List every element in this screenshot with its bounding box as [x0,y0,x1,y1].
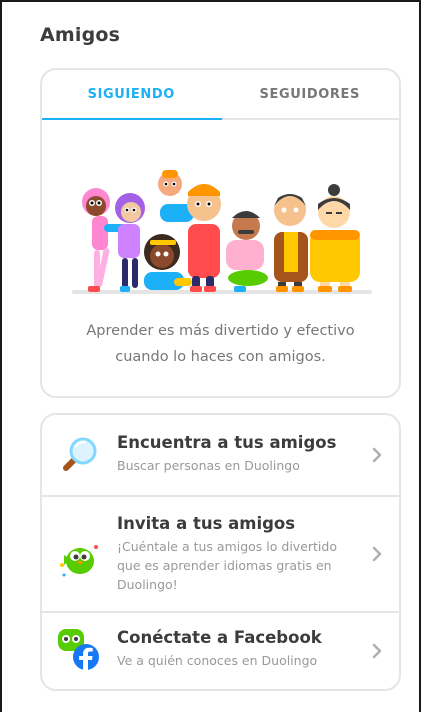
character-orange-bun [310,184,360,292]
friends-illustration [72,170,372,294]
connect-facebook-row[interactable]: Conéctate a Facebook Ve a quién conoces … [42,613,399,689]
invite-friends-text: Invita a tus amigos ¡Cuéntale a tus amig… [117,513,359,594]
character-sitting-girl [144,234,192,290]
connect-facebook-title: Conéctate a Facebook [117,628,322,647]
facebook-duo-icon [58,629,99,671]
connect-facebook-subtitle: Ve a quién conoces en Duolingo [117,653,318,668]
actions-card: Encuentra a tus amigos Buscar personas e… [40,413,401,691]
chevron-right-icon [372,546,382,562]
chevron-right-icon [372,447,382,463]
invite-friends-row[interactable]: Invita a tus amigos ¡Cuéntale a tus amig… [42,497,399,611]
find-friends-title: Encuentra a tus amigos [117,433,337,452]
duo-owl-icon [60,545,98,577]
tab-followers[interactable]: SEGUIDORES [221,70,400,118]
find-friends-subtitle: Buscar personas en Duolingo [117,458,300,473]
invite-friends-subtitle: ¡Cuéntale a tus amigos lo divertido que … [117,539,337,592]
character-red-shirt [187,184,221,292]
empty-state-message: Aprender es más divertido y efectivo cua… [86,323,355,365]
section-title: Amigos [40,24,121,46]
invite-friends-title: Invita a tus amigos [117,514,296,533]
character-purple [115,193,145,292]
tab-following[interactable]: SIGUIENDO [42,70,221,118]
find-friends-text: Encuentra a tus amigos Buscar personas e… [117,432,359,475]
chevron-right-icon [372,643,382,659]
tab-bar: SIGUIENDO SEGUIDORES [42,70,399,120]
find-friends-row[interactable]: Encuentra a tus amigos Buscar personas e… [42,415,399,495]
character-brown-jacket [274,194,308,292]
magnifier-icon [63,437,97,471]
character-mustache [226,211,268,292]
friends-card: SIGUIENDO SEGUIDORES Aprender es más div… [40,68,401,398]
active-tab-indicator [42,118,222,120]
connect-facebook-text: Conéctate a Facebook Ve a quién conoces … [117,627,359,670]
